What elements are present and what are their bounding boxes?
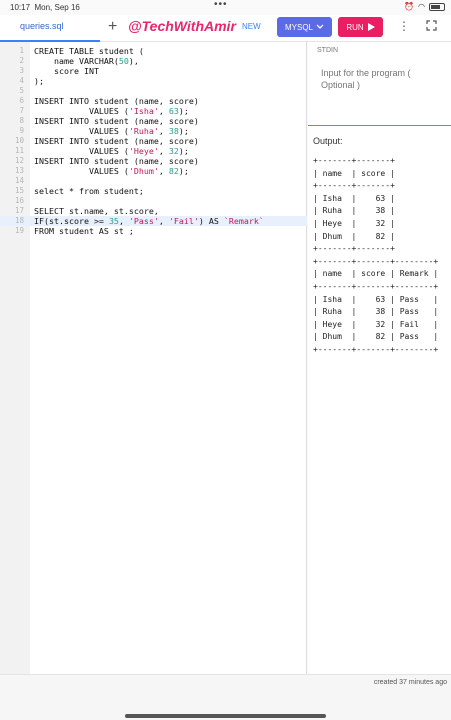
code-line[interactable]: 16	[0, 196, 307, 206]
line-number: 10	[14, 136, 24, 145]
created-timestamp: created 37 minutes ago	[373, 679, 447, 686]
code-text: VALUES ('Dhum', 82);	[34, 166, 189, 176]
fullscreen-icon[interactable]	[426, 20, 437, 31]
stdin-label: STDIN	[317, 47, 338, 54]
line-number: 11	[14, 146, 24, 155]
code-line[interactable]: 9 VALUES ('Ruha', 38);	[0, 126, 307, 136]
alarm-icon: ⏰	[404, 2, 415, 11]
line-number: 3	[19, 66, 24, 75]
code-text: IF(st.score >= 35, 'Pass', 'Fail') AS `R…	[34, 216, 264, 226]
io-panel: STDIN Output: +-------+-------+ | name |…	[308, 42, 451, 674]
code-line[interactable]: 12 INSERT INTO student (name, score)	[0, 156, 307, 166]
code-line[interactable]: 7 VALUES ('Isha', 63);	[0, 106, 307, 116]
run-button[interactable]: RUN	[338, 17, 383, 37]
code-text: score INT	[34, 66, 99, 76]
code-text: CREATE TABLE student (	[34, 46, 144, 56]
line-number: 7	[19, 106, 24, 115]
line-number: 4	[19, 76, 24, 85]
line-number: 12	[14, 156, 24, 165]
code-editor[interactable]: 1 CREATE TABLE student (2 name VARCHAR(50…	[0, 42, 307, 674]
code-text: name VARCHAR(50),	[34, 56, 139, 66]
code-text: INSERT INTO student (name, score)	[34, 96, 199, 106]
wifi-icon: ◠	[418, 2, 425, 11]
code-text: VALUES ('Isha', 63);	[34, 106, 189, 116]
line-number: 18	[14, 216, 24, 225]
line-number: 14	[14, 176, 24, 185]
code-text: VALUES ('Ruha', 38);	[34, 126, 189, 136]
code-line[interactable]: 14	[0, 176, 307, 186]
code-line[interactable]: 13 VALUES ('Dhum', 82);	[0, 166, 307, 176]
line-number: 16	[14, 196, 24, 205]
code-line[interactable]: 17 SELECT st.name, st.score,	[0, 206, 307, 216]
code-text: );	[34, 76, 44, 86]
tab-label: queries.sql	[20, 21, 64, 31]
code-line[interactable]: 15 select * from student;	[0, 186, 307, 196]
home-indicator[interactable]	[125, 714, 326, 718]
code-line[interactable]: 19 FROM student AS st ;	[0, 226, 307, 236]
multitask-dots-icon[interactable]: •••	[214, 0, 228, 10]
code-line[interactable]: 11 VALUES ('Heye', 32);	[0, 146, 307, 156]
code-text: INSERT INTO student (name, score)	[34, 156, 199, 166]
toolbar: queries.sql + @TechWithAmir NEW MYSQL RU…	[0, 15, 451, 42]
status-time: 10:17 Mon, Sep 16	[10, 3, 80, 12]
tab-queries-sql[interactable]: queries.sql	[0, 15, 100, 42]
line-number: 1	[19, 46, 24, 55]
line-number: 2	[19, 56, 24, 65]
line-number: 8	[19, 116, 24, 125]
add-tab-icon[interactable]: +	[108, 15, 117, 39]
code-text: INSERT INTO student (name, score)	[34, 116, 199, 126]
code-line[interactable]: 6 INSERT INTO student (name, score)	[0, 96, 307, 106]
code-line[interactable]: 4);	[0, 76, 307, 86]
code-text: VALUES ('Heye', 32);	[34, 146, 189, 156]
code-line[interactable]: 1 CREATE TABLE student (	[0, 46, 307, 56]
database-label: MYSQL	[284, 22, 313, 32]
play-icon	[367, 23, 375, 31]
battery-icon	[429, 2, 445, 11]
footer: created 37 minutes ago	[0, 674, 451, 720]
stdin-input[interactable]	[321, 67, 441, 97]
new-badge: NEW	[242, 22, 261, 31]
code-line[interactable]: 2 name VARCHAR(50),	[0, 56, 307, 66]
line-number: 6	[19, 96, 24, 105]
code-text: SELECT st.name, st.score,	[34, 206, 159, 216]
code-line[interactable]: 18 IF(st.score >= 35, 'Pass', 'Fail') AS …	[0, 216, 307, 226]
line-number: 9	[19, 126, 24, 135]
output-text: +-------+-------+ | name | score | +----…	[313, 156, 439, 354]
more-vertical-icon[interactable]: ⋮	[398, 19, 410, 33]
output-label: Output:	[313, 136, 343, 146]
line-number: 15	[14, 186, 24, 195]
code-line[interactable]: 8 INSERT INTO student (name, score)	[0, 116, 307, 126]
code-text: select * from student;	[34, 186, 144, 196]
chevron-down-icon	[316, 24, 324, 29]
line-number: 13	[14, 166, 24, 175]
code-text: INSERT INTO student (name, score)	[34, 136, 199, 146]
line-number: 19	[14, 226, 24, 235]
watermark-text: @TechWithAmir	[128, 18, 236, 34]
code-text: FROM student AS st ;	[34, 226, 134, 236]
status-icons: ⏰ ◠	[404, 2, 445, 11]
run-label: RUN	[346, 22, 364, 32]
code-line[interactable]: 10 INSERT INTO student (name, score)	[0, 136, 307, 146]
code-line[interactable]: 5	[0, 86, 307, 96]
status-bar: 10:17 Mon, Sep 16 ••• ⏰ ◠	[0, 0, 451, 15]
line-number: 5	[19, 86, 24, 95]
stdin-section: STDIN	[308, 42, 451, 126]
line-number: 17	[14, 206, 24, 215]
code-line[interactable]: 3 score INT	[0, 66, 307, 76]
database-select-button[interactable]: MYSQL	[277, 17, 332, 37]
